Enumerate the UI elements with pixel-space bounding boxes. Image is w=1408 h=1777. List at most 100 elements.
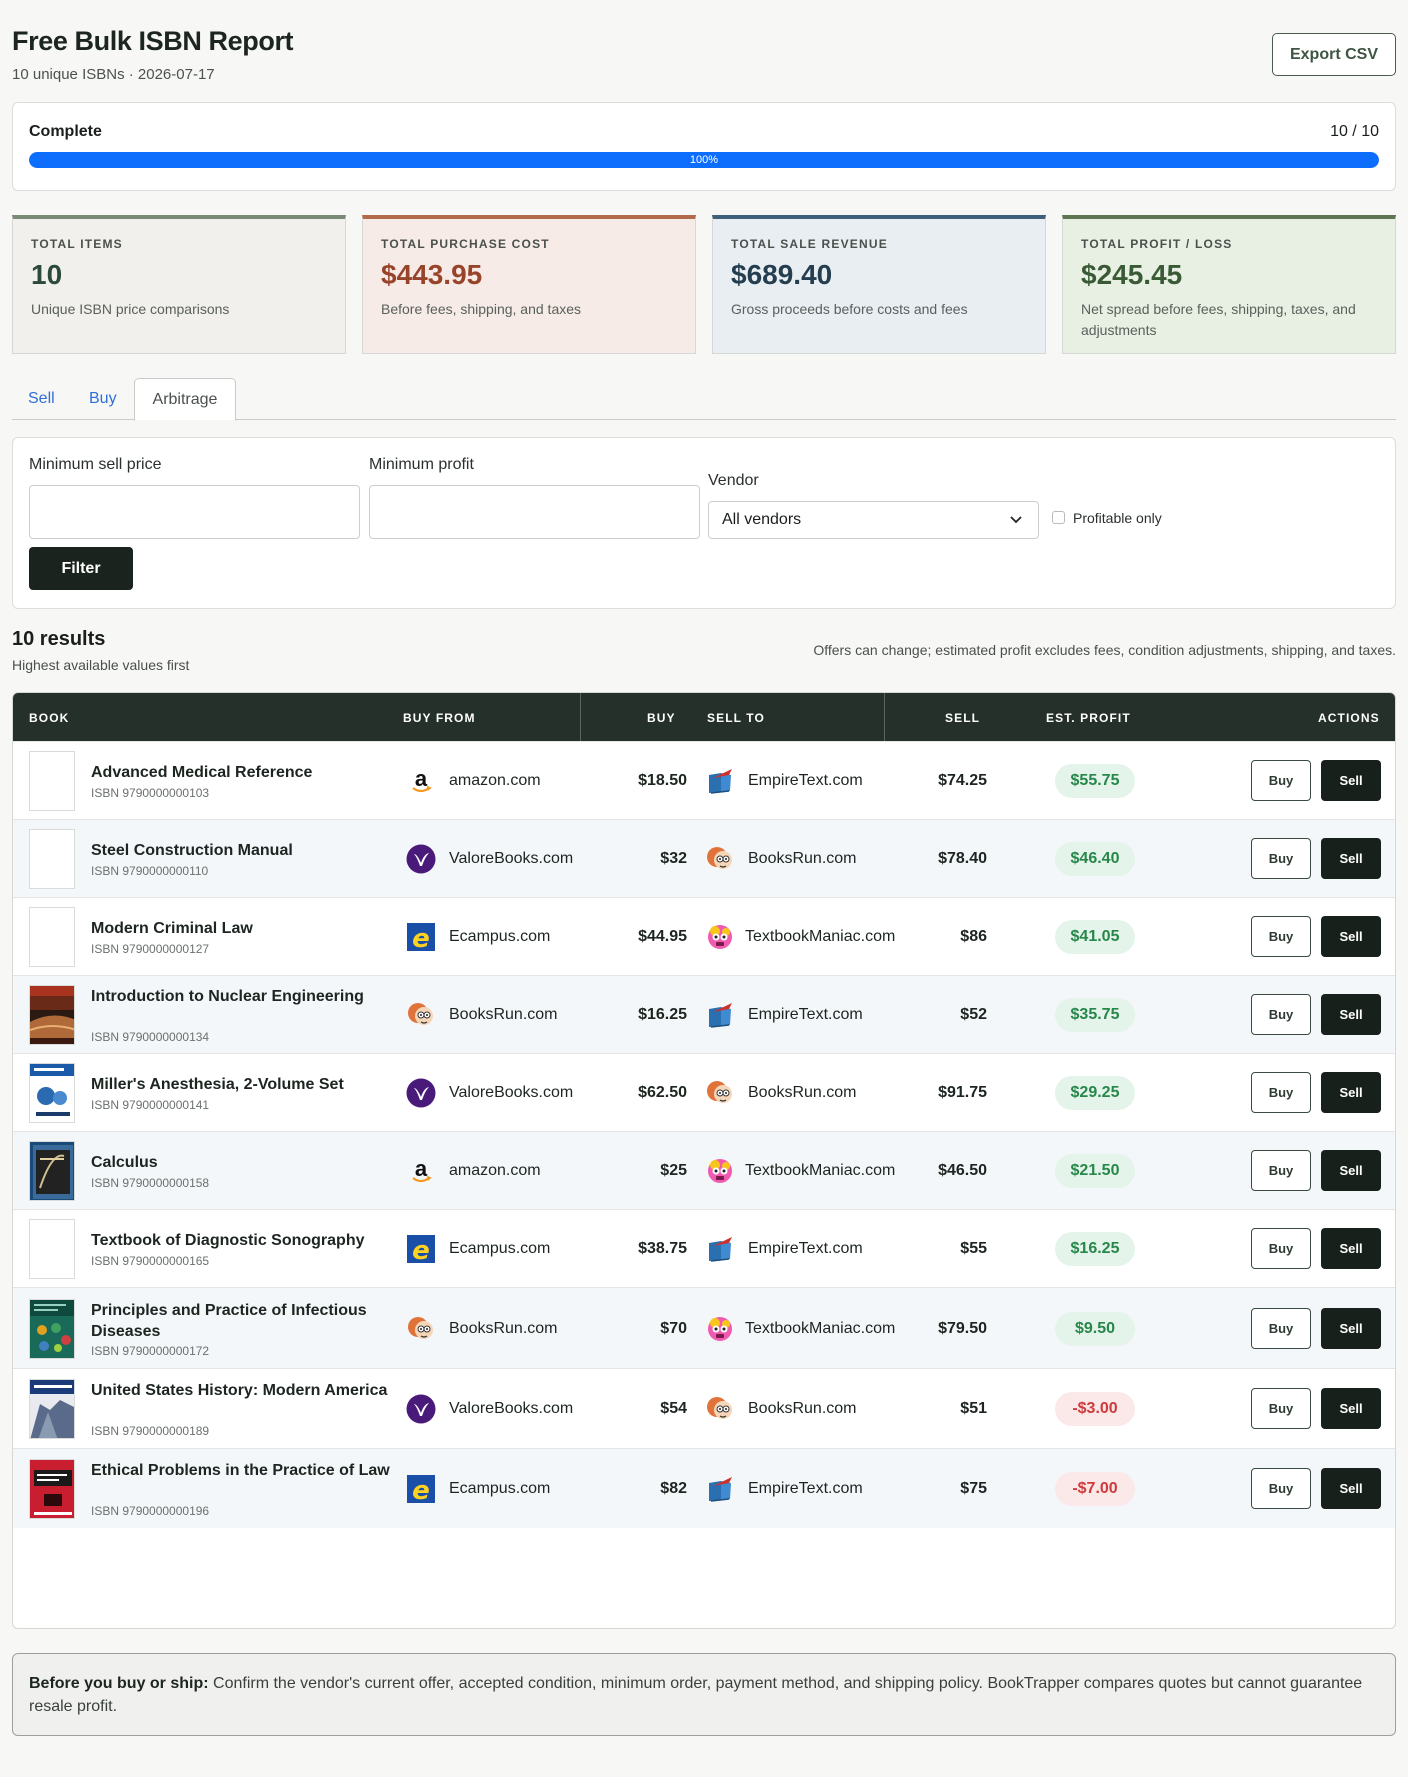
- svg-text:e: e: [412, 1476, 430, 1504]
- buy-price: $38.75: [638, 1240, 687, 1257]
- sell-button[interactable]: Sell: [1321, 760, 1381, 801]
- progress-bar-fill: 100%: [29, 152, 1379, 168]
- book-title[interactable]: Textbook of Diagnostic Sonography: [91, 1230, 391, 1251]
- buy-button[interactable]: Buy: [1251, 916, 1311, 957]
- sell-vendor-name[interactable]: BooksRun.com: [748, 1084, 857, 1102]
- buy-button[interactable]: Buy: [1251, 1307, 1311, 1349]
- export-csv-button[interactable]: Export CSV: [1272, 33, 1396, 76]
- buy-button[interactable]: Buy: [1251, 1228, 1311, 1269]
- book-isbn: ISBN 9790000000189: [91, 1424, 210, 1438]
- ecampus-icon: e: [406, 1234, 436, 1266]
- est-profit-badge: -$3.00: [1055, 1392, 1135, 1426]
- book-title[interactable]: Miller's Anesthesia, 2-Volume Set: [91, 1074, 391, 1095]
- page-title: Free Bulk ISBN Report: [12, 26, 294, 56]
- book-cover: [29, 1459, 75, 1519]
- sell-button[interactable]: Sell: [1321, 838, 1381, 879]
- stat-title: TOTAL ITEMS: [31, 237, 123, 251]
- book-title[interactable]: Steel Construction Manual: [91, 840, 391, 861]
- buy-vendor-name[interactable]: ValoreBooks.com: [449, 850, 573, 868]
- sell-button[interactable]: Sell: [1321, 916, 1381, 957]
- est-profit-badge: -$7.00: [1055, 1472, 1135, 1506]
- min-profit-input[interactable]: [369, 485, 700, 539]
- book-isbn: ISBN 9790000000103: [91, 786, 210, 800]
- est-profit-badge: $29.25: [1055, 1076, 1135, 1110]
- buy-button[interactable]: Buy: [1251, 838, 1311, 879]
- book-title[interactable]: United States History: Modern America: [91, 1380, 391, 1401]
- book-isbn: ISBN 9790000000134: [91, 1030, 210, 1044]
- tab-buy[interactable]: Buy: [89, 378, 117, 420]
- book-title[interactable]: Advanced Medical Reference: [91, 762, 391, 783]
- buy-vendor-name[interactable]: ValoreBooks.com: [449, 1400, 573, 1418]
- book-title[interactable]: Introduction to Nuclear Engineering: [91, 986, 391, 1007]
- sell-price: $79.50: [938, 1319, 987, 1337]
- stat-description: Gross proceeds before costs and fees: [731, 301, 968, 317]
- sell-button[interactable]: Sell: [1321, 1307, 1381, 1349]
- valore-icon: [406, 1078, 436, 1108]
- sell-vendor-name[interactable]: BooksRun.com: [748, 1400, 857, 1418]
- sell-button[interactable]: Sell: [1321, 994, 1381, 1035]
- buy-vendor-name[interactable]: BooksRun.com: [449, 1006, 558, 1024]
- buy-button[interactable]: Buy: [1251, 1388, 1311, 1429]
- buy-vendor-name[interactable]: amazon.com: [449, 1162, 541, 1180]
- buy-vendor-name[interactable]: BooksRun.com: [449, 1320, 558, 1338]
- sell-vendor-name[interactable]: EmpireText.com: [748, 1006, 863, 1024]
- sell-button[interactable]: Sell: [1321, 1388, 1381, 1429]
- sell-vendor-name[interactable]: TextbookManiac.com: [745, 1162, 895, 1180]
- sell-button[interactable]: Sell: [1321, 1468, 1381, 1509]
- buy-vendor-name[interactable]: Ecampus.com: [449, 1240, 550, 1258]
- sell-button[interactable]: Sell: [1321, 1072, 1381, 1113]
- table-row: Textbook of Diagnostic Sonography ISBN 97…: [13, 1209, 1395, 1287]
- buy-button[interactable]: Buy: [1251, 760, 1311, 801]
- svg-text:e: e: [412, 924, 430, 952]
- profitable-only-checkbox[interactable]: [1052, 511, 1065, 524]
- buy-price: $25: [660, 1162, 687, 1179]
- book-isbn: ISBN 9790000000158: [91, 1176, 210, 1190]
- sell-price: $91.75: [938, 1084, 987, 1101]
- book-cover: [29, 1219, 75, 1279]
- textbookmaniac-icon: [705, 1156, 735, 1186]
- buy-button[interactable]: Buy: [1251, 1150, 1311, 1191]
- est-profit-badge: $41.05: [1055, 920, 1135, 954]
- table-row: Ethical Problems in the Practice of Law I…: [13, 1448, 1395, 1528]
- sell-vendor-name[interactable]: EmpireText.com: [748, 772, 863, 790]
- textbookmaniac-icon: [705, 922, 735, 952]
- book-title[interactable]: Ethical Problems in the Practice of Law: [91, 1460, 391, 1481]
- buy-vendor-name[interactable]: Ecampus.com: [449, 928, 550, 946]
- sell-button[interactable]: Sell: [1321, 1150, 1381, 1191]
- min-profit-label: Minimum profit: [369, 456, 474, 473]
- buy-vendor-name[interactable]: amazon.com: [449, 772, 541, 790]
- sell-price: $51: [960, 1400, 987, 1417]
- tab-sell[interactable]: Sell: [28, 378, 55, 420]
- stat-value: $245.45: [1081, 259, 1183, 290]
- tab-arbitrage[interactable]: Arbitrage: [134, 378, 236, 421]
- booksrun-icon: [406, 1000, 436, 1030]
- book-title[interactable]: Modern Criminal Law: [91, 918, 391, 939]
- sell-vendor-name[interactable]: TextbookManiac.com: [745, 928, 895, 946]
- book-title[interactable]: Principles and Practice of Infectious Di…: [91, 1300, 391, 1342]
- sell-button[interactable]: Sell: [1321, 1228, 1381, 1269]
- sell-vendor-name[interactable]: BooksRun.com: [748, 850, 857, 868]
- booksrun-icon: [705, 1078, 735, 1108]
- buy-button[interactable]: Buy: [1251, 994, 1311, 1035]
- book-cover: [29, 751, 75, 811]
- disclaimer-note: Before you buy or ship: Confirm the vend…: [12, 1653, 1396, 1736]
- buy-vendor-name[interactable]: ValoreBooks.com: [449, 1084, 573, 1102]
- book-isbn: ISBN 9790000000172: [91, 1343, 210, 1358]
- stat-description: Unique ISBN price comparisons: [31, 301, 230, 317]
- book-title[interactable]: Calculus: [91, 1152, 391, 1173]
- page-subtitle: 10 unique ISBNs · 2026-07-17: [12, 66, 215, 83]
- buy-vendor-name[interactable]: Ecampus.com: [449, 1480, 550, 1498]
- buy-price: $32: [660, 850, 687, 867]
- min-sell-input[interactable]: [29, 485, 360, 539]
- sell-vendor-name[interactable]: TextbookManiac.com: [745, 1320, 895, 1338]
- chevron-down-icon: [1010, 516, 1022, 524]
- stat-title: TOTAL SALE REVENUE: [731, 237, 888, 251]
- svg-text:e: e: [412, 1236, 430, 1264]
- sell-price: $75: [960, 1480, 987, 1497]
- filter-button[interactable]: Filter: [29, 547, 133, 590]
- buy-button[interactable]: Buy: [1251, 1468, 1311, 1509]
- sell-vendor-name[interactable]: EmpireText.com: [748, 1240, 863, 1258]
- buy-button[interactable]: Buy: [1251, 1072, 1311, 1113]
- vendor-select[interactable]: All vendors: [708, 501, 1039, 539]
- sell-vendor-name[interactable]: EmpireText.com: [748, 1480, 863, 1498]
